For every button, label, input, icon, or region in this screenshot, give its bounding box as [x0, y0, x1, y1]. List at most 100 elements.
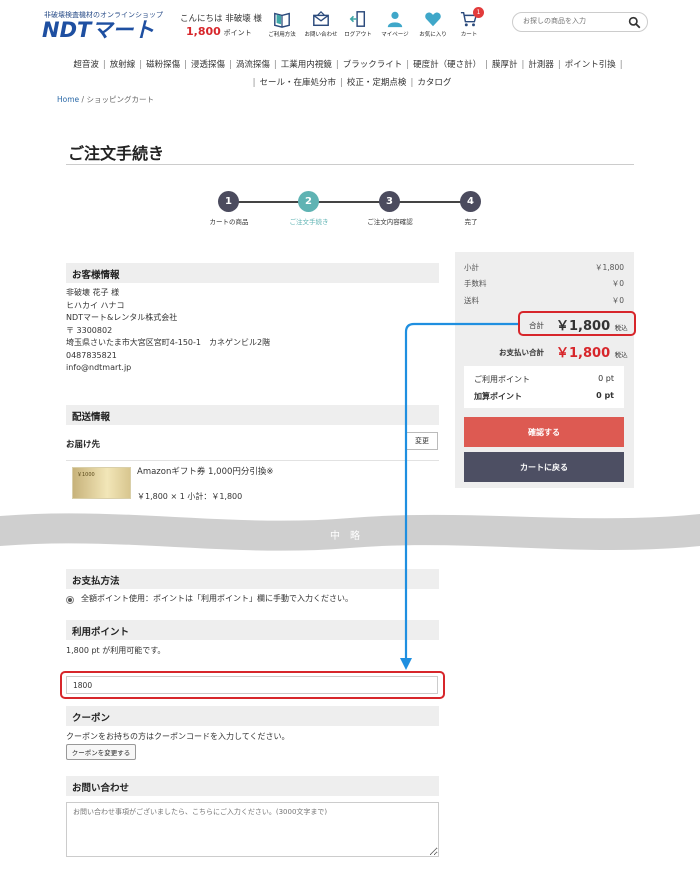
nav-catalog[interactable]: カタログ	[417, 78, 451, 88]
coupon-text: クーポンをお持ちの方はクーポンコードを入力してください。	[66, 732, 290, 741]
step-1-circle: 1	[218, 191, 239, 212]
product-price-line: ￥1,800 × 1 小計：￥1,800	[137, 492, 243, 501]
breadcrumb-current: ショッピングカート	[86, 95, 154, 104]
nav-endoscope[interactable]: 工業用内視鏡	[281, 60, 332, 70]
header-link-label: カート	[460, 32, 478, 38]
book-icon	[274, 12, 290, 28]
step-2-label: ご注文手続き	[289, 218, 329, 226]
header-link-label: お気に入り	[419, 32, 447, 38]
points-value: 1,800	[186, 25, 221, 38]
confirm-button[interactable]: 確認する	[464, 417, 624, 447]
available-points-text: 1,800 pt が利用可能です。	[66, 646, 166, 655]
tax-included-label: 税込	[614, 351, 628, 359]
site-logo[interactable]: NDTマート	[42, 18, 160, 42]
section-heading: クーポン	[72, 713, 111, 724]
total-value: ￥1,800 税込	[556, 315, 628, 334]
payment-total-label: お支払い合計	[499, 348, 544, 357]
total-amount: ￥1,800	[556, 319, 611, 334]
inquiry-header: お問い合わせ	[66, 776, 439, 796]
use-points-input[interactable]	[66, 676, 438, 694]
header-link-logout[interactable]: ログアウト	[339, 10, 377, 38]
logo-text: NDTマート	[42, 18, 154, 40]
header-link-label: マイページ	[381, 32, 409, 38]
section-heading: 配送情報	[72, 412, 111, 423]
used-points-value: 0 pt	[598, 374, 614, 383]
nav-eddy[interactable]: 渦流探傷	[236, 60, 270, 70]
payment-total-value: ￥1,800 税込	[556, 342, 628, 361]
nav-point-exchange[interactable]: ポイント引換	[565, 60, 616, 70]
header-link-guide[interactable]: ご利用方法	[263, 10, 301, 38]
category-nav-row2: | セール・在庫処分市 | 校正・定期点検 | カタログ	[252, 78, 452, 88]
nav-calibration[interactable]: 校正・定期点検	[347, 78, 407, 88]
breadcrumb-home[interactable]: Home	[57, 95, 79, 104]
header-link-cart[interactable]: 1 カート	[450, 7, 488, 38]
fee-value: ￥0	[611, 279, 624, 288]
customer-address: 埼玉県さいたま市大宮区宮町4-150-1 カネゲンビル2階	[66, 338, 271, 347]
customer-phone: 0487835821	[66, 350, 117, 360]
nav-magnetic[interactable]: 磁粉探傷	[146, 60, 180, 70]
cart-count-badge: 1	[473, 7, 484, 18]
page-title: ご注文手続き	[68, 144, 165, 163]
subtotal-label: 小計	[464, 263, 479, 272]
customer-company: NDTマート&レンタル株式会社	[66, 313, 178, 322]
omitted-label: 中略	[330, 531, 370, 542]
nav-thickness[interactable]: 膜厚計	[492, 60, 518, 70]
nav-ultrasonic[interactable]: 超音波	[73, 60, 99, 70]
category-nav-row1: 超音波 | 放射線 | 磁粉探傷 | 浸透探傷 | 渦流探傷 | 工業用内視鏡 | ブラックライト | 硬度…	[73, 60, 623, 70]
step-4-circle: 4	[460, 191, 481, 212]
tax-included-label: 税込	[614, 324, 628, 332]
points-unit: ポイント	[223, 29, 252, 37]
customer-name: 非破壊 花子 様	[66, 288, 120, 297]
product-image: ￥1000	[72, 467, 131, 499]
logout-icon	[349, 11, 366, 27]
change-coupon-button[interactable]: クーポンを変更する	[66, 744, 136, 760]
used-points-label: ご利用ポイント	[474, 375, 530, 384]
header-link-label: ログアウト	[344, 32, 372, 38]
row-divider	[66, 460, 439, 461]
payment-method-header: お支払方法	[66, 569, 439, 589]
header-link-mypage[interactable]: マイページ	[376, 10, 414, 38]
user-icon	[387, 11, 403, 28]
inquiry-textarea[interactable]	[66, 802, 439, 857]
points-balance: 1,800 ポイント	[186, 25, 252, 38]
customer-info-header: お客様情報	[66, 263, 439, 283]
step-2-circle: 2	[298, 191, 319, 212]
subtotal-value: ￥1,800	[595, 263, 624, 272]
header-link-favorites[interactable]: お気に入り	[414, 10, 452, 38]
header-link-contact[interactable]: お問い合わせ	[302, 10, 340, 38]
customer-email: info@ndtmart.jp	[66, 363, 132, 372]
section-heading: お問い合わせ	[72, 783, 130, 794]
envelope-icon	[313, 10, 329, 27]
customer-kana: ヒハカイ ハナコ	[66, 300, 125, 310]
search-icon[interactable]	[628, 16, 641, 29]
deliver-to-label: お届け先	[66, 440, 101, 450]
total-label: 合計	[529, 321, 544, 330]
back-to-cart-button[interactable]: カートに戻る	[464, 452, 624, 482]
heart-icon	[425, 12, 441, 27]
breadcrumb: Home / ショッピングカート	[57, 95, 154, 104]
step-3-circle: 3	[379, 191, 400, 212]
step-connector	[229, 201, 471, 203]
nav-blacklight[interactable]: ブラックライト	[343, 60, 403, 70]
shipping-info-header: 配送情報	[66, 405, 439, 425]
nav-hardness[interactable]: 硬度計（硬さ計）	[413, 60, 481, 70]
step-4-label: 完了	[464, 218, 478, 226]
section-heading: 利用ポイント	[72, 627, 130, 638]
change-address-button[interactable]: 変更	[406, 432, 438, 450]
nav-instruments[interactable]: 計測器	[528, 60, 554, 70]
step-3-label: ご注文内容確認	[367, 218, 413, 226]
title-divider	[66, 164, 634, 165]
logo-graphic: NDTマート	[42, 18, 154, 42]
greeting: こんにちは 非破壊 様	[180, 14, 262, 24]
nav-radiation[interactable]: 放射線	[110, 60, 136, 70]
section-heading: お客様情報	[72, 270, 120, 281]
payment-option-radio[interactable]	[66, 596, 74, 604]
search-bar	[512, 12, 648, 32]
customer-info: 非破壊 花子 様 ヒハカイ ハナコ NDTマート&レンタル株式会社 〒 3300…	[66, 287, 270, 375]
nav-sale[interactable]: セール・在庫処分市	[260, 78, 337, 88]
section-heading: お支払方法	[72, 576, 120, 587]
nav-penetrant[interactable]: 浸透探傷	[191, 60, 225, 70]
customer-zip: 〒 3300802	[66, 325, 113, 335]
payment-option-label: 全額ポイント使用：ポイントは「利用ポイント」欄に手動で入力ください。	[81, 594, 353, 603]
search-input[interactable]	[521, 16, 633, 26]
